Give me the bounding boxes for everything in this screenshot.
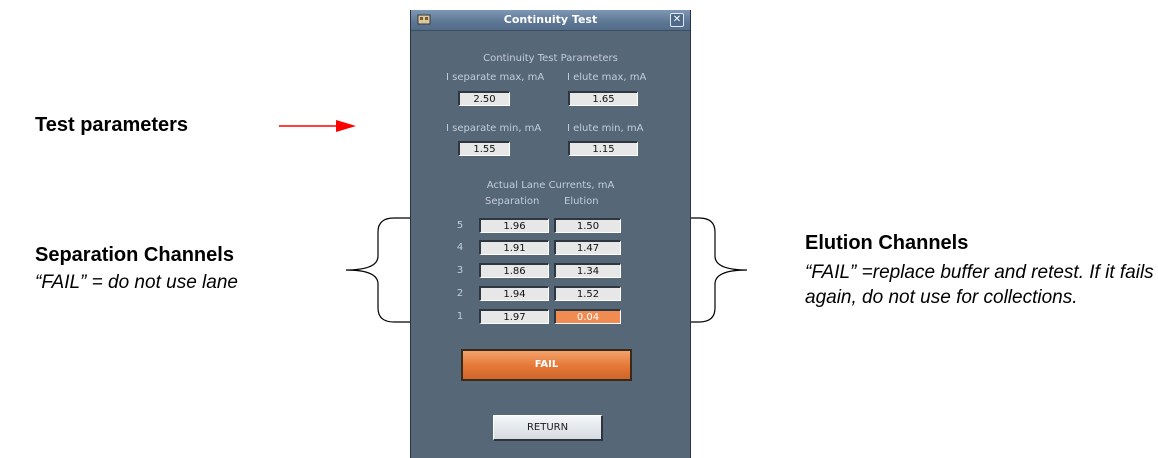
i-elute-min-field[interactable]: 1.15 <box>568 141 638 156</box>
lane-2-separation-current: 1.94 <box>479 286 549 301</box>
fail-status-indicator: FAIL <box>461 349 632 381</box>
separation-column-header: Separation <box>485 196 540 207</box>
parameters-heading: Continuity Test Parameters <box>483 53 618 64</box>
i-separate-max-field[interactable]: 2.50 <box>458 91 510 106</box>
i-separate-min-field[interactable]: 1.55 <box>458 141 510 156</box>
lane-number: 4 <box>456 242 464 253</box>
return-button[interactable]: RETURN <box>493 415 603 441</box>
close-button[interactable]: ✕ <box>670 13 684 27</box>
elution-column-header: Elution <box>564 196 599 207</box>
i-separate-min-label: I separate min, mA <box>446 123 542 134</box>
lane-currents-heading: Actual Lane Currents, mA <box>486 180 615 191</box>
lane-1-elution-current-fail: 0.04 <box>554 309 621 324</box>
lane-number: 1 <box>456 311 464 322</box>
elution-channels-annotation-title: Elution Channels <box>805 232 969 254</box>
lane-4-elution-current: 1.47 <box>554 240 621 255</box>
i-elute-max-label: I elute max, mA <box>567 72 647 83</box>
lane-number: 2 <box>456 288 464 299</box>
continuity-test-window: Continuity Test ✕ Continuity Test Parame… <box>410 10 691 458</box>
lane-5-elution-current: 1.50 <box>554 218 621 233</box>
lane-3-separation-current: 1.86 <box>479 263 549 278</box>
lane-1-separation-current: 1.97 <box>479 309 549 324</box>
left-brace <box>345 217 410 323</box>
title-bar[interactable]: Continuity Test ✕ <box>411 10 690 31</box>
i-separate-max-label: I separate max, mA <box>446 72 545 83</box>
i-elute-max-field[interactable]: 1.65 <box>568 91 638 106</box>
lane-3-elution-current: 1.34 <box>554 263 621 278</box>
red-arrow <box>279 120 356 132</box>
right-brace <box>683 217 748 323</box>
separation-channels-annotation-note: “FAIL” = do not use lane <box>35 272 238 293</box>
elution-channels-annotation-note: “FAIL” =replace buffer and retest. If it… <box>805 262 1154 308</box>
lane-2-elution-current: 1.52 <box>554 286 621 301</box>
lane-number: 5 <box>456 220 464 231</box>
lane-number: 3 <box>456 265 464 276</box>
window-title: Continuity Test <box>503 13 598 26</box>
lane-5-separation-current: 1.96 <box>479 218 549 233</box>
lane-4-separation-current: 1.91 <box>479 240 549 255</box>
separation-channels-annotation-title: Separation Channels <box>35 244 234 266</box>
i-elute-min-label: I elute min, mA <box>567 123 644 134</box>
test-parameters-annotation: Test parameters <box>35 114 189 136</box>
